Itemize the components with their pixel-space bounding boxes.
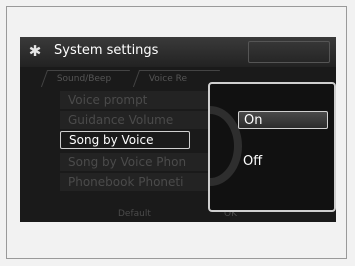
menu-item-song-by-voice-phonetic[interactable]: Song by Voice Phon <box>60 153 220 171</box>
menu-item-song-by-voice[interactable]: Song by Voice <box>60 131 190 149</box>
tab-label: Voice Re <box>148 74 188 84</box>
option-off[interactable]: Off <box>238 153 328 171</box>
gear-icon: ✱ <box>28 42 42 60</box>
menu-item-voice-prompt[interactable]: Voice prompt <box>60 91 220 109</box>
option-popup: On Off <box>208 82 336 212</box>
page-title: System settings <box>54 43 159 58</box>
menu-item-guidance-volume[interactable]: Guidance Volume <box>60 111 220 129</box>
tab-label: Sound/Beep <box>56 74 112 84</box>
tab-sound-beep[interactable]: Sound/Beep <box>40 70 131 87</box>
menu-item-phonebook-phonetic[interactable]: Phonebook Phoneti <box>60 173 220 191</box>
title-bar: ✱ System settings <box>20 37 336 67</box>
default-button[interactable]: Default <box>118 207 151 222</box>
dial-knob-graphic <box>210 106 242 186</box>
option-on[interactable]: On <box>238 111 328 129</box>
settings-screen: ✱ System settings Sound/Beep Voice Re Vo… <box>20 37 336 222</box>
tab-voice-recognition[interactable]: Voice Re <box>132 70 221 87</box>
title-bar-box <box>248 41 330 63</box>
